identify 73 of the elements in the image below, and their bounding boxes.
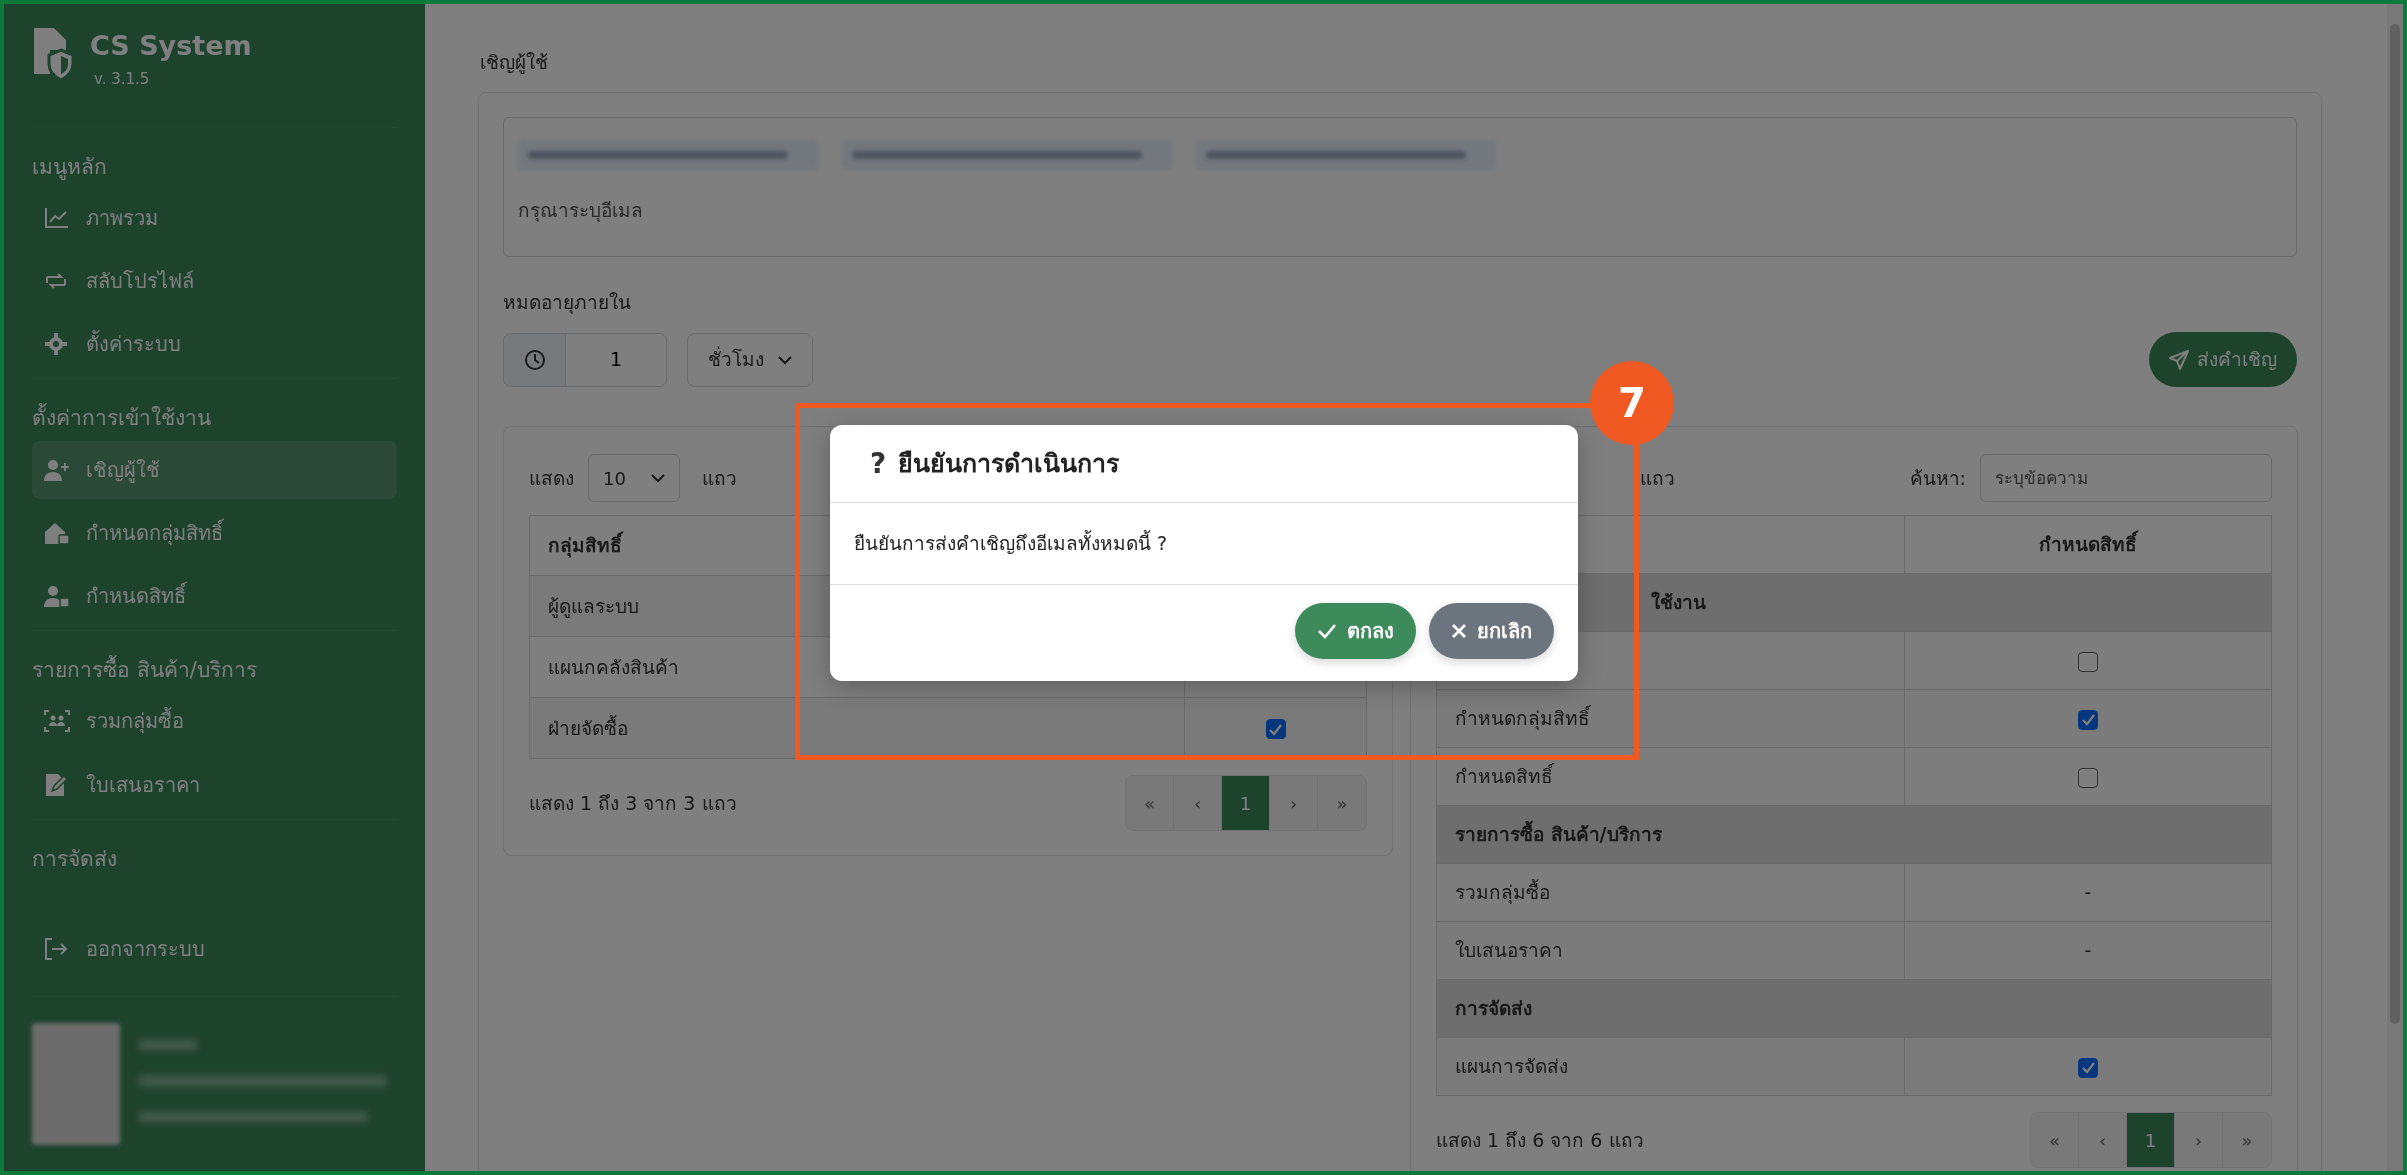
dialog-message: ยืนยันการส่งคำเชิญถึงอีเมลทั้งหมดนี้ ? [830, 503, 1578, 585]
clock-icon [523, 348, 546, 371]
scrollbar[interactable] [2387, 4, 2403, 1171]
user-lock-icon [44, 584, 70, 609]
column-header: กำหนดสิทธิ์ [1904, 515, 2272, 574]
scrollbar-thumb[interactable] [2390, 24, 2400, 1024]
page-button[interactable]: 1 [2127, 1113, 2175, 1167]
caret-icon [651, 473, 665, 483]
dialog-title: ยืนยันการดำเนินการ [898, 447, 1120, 480]
sidebar-section-title: รายการซื้อ สินค้า/บริการ [32, 631, 397, 693]
table-cell: รวมกลุ่มซื้อ [1436, 863, 1905, 922]
unit-dropdown[interactable]: ชั่วโมง [687, 332, 813, 387]
table-info: แสดง 1 ถึง 6 จาก 6 แถว [1436, 1127, 1644, 1153]
page-button[interactable]: › [1270, 776, 1318, 830]
exit-arrow-icon [44, 936, 70, 961]
confirm-button[interactable]: ตกลง [1295, 603, 1416, 659]
table-info: แสดง 1 ถึง 3 จาก 3 แถว [529, 790, 737, 816]
chart-line-icon [44, 206, 70, 231]
logout-link[interactable]: ออกจากระบบ [32, 918, 397, 979]
user-plus-icon [44, 457, 70, 482]
table-cell: แผนการจัดส่ง [1436, 1037, 1905, 1096]
checkbox[interactable] [2078, 1057, 2098, 1078]
length-label: แถว [702, 465, 737, 491]
table-cell: กำหนดกลุ่มสิทธิ์ [1436, 689, 1905, 748]
sidebar-item[interactable]: ตั้งค่าระบบ [32, 315, 397, 374]
page-button[interactable]: ‹ [2079, 1113, 2127, 1167]
section-heading: รายการซื้อ สินค้า/บริการ [1436, 805, 2272, 864]
number-field[interactable]: 1 [503, 332, 667, 387]
version-text: v. 3.1.5 [93, 69, 151, 91]
group-scan-icon [44, 709, 70, 734]
checkbox[interactable] [2078, 767, 2098, 788]
email-field[interactable]: กรุณาระบุอีเมล [503, 117, 2297, 257]
length-label: แถว [1640, 465, 1675, 491]
sidebar-item[interactable]: รวมกลุ่มซื้อ [32, 692, 397, 751]
send-invite-button[interactable]: ส่งคำเชิญ [2149, 332, 2297, 387]
length-label: แสดง [529, 465, 574, 491]
table-cell: ใบเสนอราคา [1436, 921, 1905, 980]
cancel-button[interactable]: ยกเลิก [1429, 603, 1554, 659]
house-lock-icon [44, 520, 70, 545]
table-cell: ฝ่ายจัดซื้อ [529, 697, 1185, 759]
page-button[interactable]: › [2175, 1113, 2223, 1167]
search-field[interactable]: ระบุข้อความ [1980, 454, 2272, 502]
paper-plane-icon [2169, 349, 2189, 370]
sidebar-item[interactable]: กำหนดกลุ่มสิทธิ์ [32, 503, 397, 562]
table-cell: - [2084, 881, 2092, 904]
page-button[interactable]: ‹ [1174, 776, 1222, 830]
caret-icon [778, 354, 792, 365]
section-heading: การจัดส่ง [1436, 979, 2272, 1038]
sidebar-section-title: ตั้งค่าการเข้าใช้งาน [32, 379, 397, 441]
question-mark-icon: ? [870, 442, 887, 485]
sidebar-item[interactable]: กำหนดสิทธิ์ [32, 567, 397, 626]
checkbox[interactable] [2078, 709, 2098, 730]
page-size-dropdown[interactable]: 10 [588, 454, 680, 502]
table-cell: กำหนดสิทธิ์ [1436, 747, 1905, 806]
page-button[interactable]: « [1126, 776, 1174, 830]
sidebar-section-title: การจัดส่ง [32, 845, 118, 873]
sidebar-item[interactable]: สลับโปรไฟล์ [32, 252, 397, 311]
page-button[interactable]: » [1318, 776, 1366, 830]
page-button[interactable]: » [2223, 1113, 2271, 1167]
checkbox[interactable] [2078, 651, 2098, 672]
sidebar-item[interactable]: ภาพรวม [32, 189, 397, 248]
table-cell: - [2084, 939, 2092, 962]
page-button[interactable]: 1 [1222, 776, 1270, 830]
check-icon [1317, 623, 1337, 639]
sidebar-item[interactable]: ใบเสนอราคา [32, 755, 397, 814]
sidebar-section-title: เมนูหลัก [32, 153, 108, 182]
checkbox[interactable] [1265, 719, 1286, 740]
page-button[interactable]: « [2031, 1113, 2079, 1167]
search-label: ค้นหา: [1909, 465, 1966, 491]
app-name: CS System [90, 30, 252, 63]
page-title: เชิญผู้ใช้ [479, 50, 549, 76]
close-icon [1451, 623, 1467, 639]
field-label: หมดอายุภายใน [503, 290, 632, 315]
